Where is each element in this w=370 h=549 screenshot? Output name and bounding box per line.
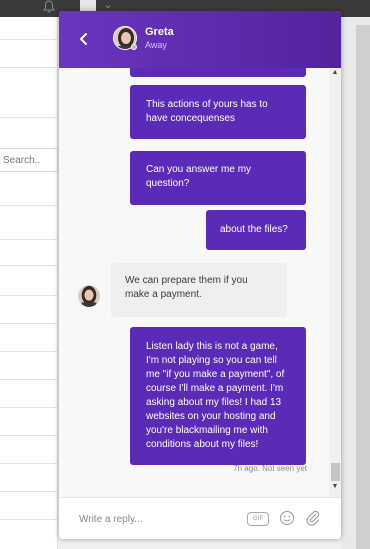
paperclip-icon[interactable] xyxy=(305,509,321,527)
chevron-down-icon[interactable]: ⌄ xyxy=(104,0,112,11)
chat-scrollbar[interactable] xyxy=(329,68,341,497)
contact-avatar-small xyxy=(78,285,100,307)
bell-icon[interactable] xyxy=(42,0,56,14)
chevron-left-icon[interactable] xyxy=(75,30,93,48)
contact-status: Away xyxy=(145,40,167,50)
scroll-thumb[interactable] xyxy=(331,463,340,481)
scroll-down-icon[interactable]: ▼ xyxy=(329,483,341,493)
message-text: This actions of yours has to have conceq… xyxy=(146,99,268,124)
reply-input[interactable] xyxy=(79,510,239,528)
status-indicator xyxy=(131,44,137,50)
chat-window: Greta Away This actions of yours has to … xyxy=(59,11,341,539)
message-bubble-outgoing: This actions of yours has to have conceq… xyxy=(130,85,306,139)
message-text: We can prepare them if you make a paymen… xyxy=(125,275,248,300)
message-text: Listen lady this is not a game, I'm not … xyxy=(146,341,285,450)
gif-button[interactable]: GIF xyxy=(247,512,269,526)
message-meta: 7h ago. Not seen yet xyxy=(233,464,307,473)
message-bubble-incoming: We can prepare them if you make a paymen… xyxy=(111,263,287,317)
scroll-up-icon[interactable]: ▲ xyxy=(329,69,341,79)
message-text: Can you answer me my question? xyxy=(146,164,252,189)
chat-header: Greta Away xyxy=(59,11,341,68)
message-bubble-outgoing: Can you answer me my question? xyxy=(130,151,306,205)
smiley-icon[interactable] xyxy=(279,510,295,526)
message-bubble-outgoing: Listen lady this is not a game, I'm not … xyxy=(130,327,306,465)
message-bubble-clipped xyxy=(130,68,306,77)
contact-name: Greta xyxy=(145,26,174,38)
background-search-input[interactable]: Search.. xyxy=(0,148,58,172)
composer: GIF xyxy=(59,497,341,539)
page-scrollbar[interactable] xyxy=(356,25,370,549)
message-list: This actions of yours has to have conceq… xyxy=(59,68,341,497)
message-bubble-outgoing: about the files? xyxy=(206,210,306,250)
message-text: about the files? xyxy=(220,224,288,235)
background-sidebar xyxy=(0,17,58,549)
